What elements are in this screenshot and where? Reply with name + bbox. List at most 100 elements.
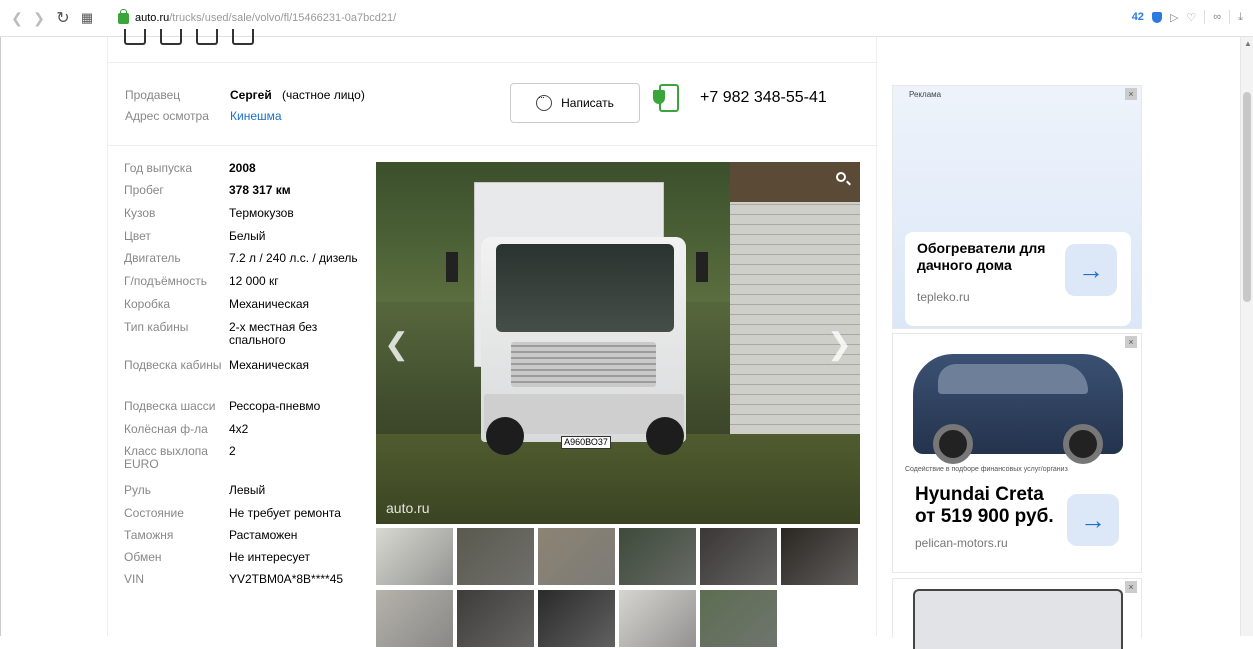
ad-title: Hyundai Creta от 519 900 руб. bbox=[915, 484, 1054, 527]
thumbnail[interactable] bbox=[457, 528, 534, 585]
scroll-thumb[interactable] bbox=[1243, 92, 1251, 302]
ad-hyundai[interactable]: × Содействие в подборе финансовых услуг/… bbox=[892, 333, 1142, 573]
page-scrollbar[interactable]: ▲ bbox=[1240, 37, 1253, 636]
spec-label: Цвет bbox=[124, 229, 151, 243]
thumbnail[interactable] bbox=[538, 590, 615, 647]
spec-value: Механическая bbox=[229, 358, 310, 372]
spec-value: Белый bbox=[229, 229, 266, 243]
page-viewport: Продавец Сергей (частное лицо) Адрес осм… bbox=[0, 29, 1240, 649]
browser-toolbar: ❮ ❯ ↻ ▦ auto.ru /trucks/used/sale/volvo/… bbox=[0, 0, 1253, 37]
protect-count: 42 bbox=[1131, 11, 1144, 23]
photo-prev-icon[interactable]: ❮ bbox=[384, 327, 409, 362]
chat-icon bbox=[536, 92, 553, 111]
spec-label: Г/подъёмность bbox=[124, 274, 207, 288]
url-path: /trucks/used/sale/volvo/fl/15466231-0a7b… bbox=[169, 12, 397, 24]
spec-value: YV2TBM0A*8B****45 bbox=[229, 572, 344, 586]
spec-value: Рессора-пневмо bbox=[229, 399, 321, 413]
address-bar[interactable]: auto.ru /trucks/used/sale/volvo/fl/15466… bbox=[118, 7, 1194, 29]
ad-truck[interactable]: × bbox=[892, 578, 1142, 649]
downloads-icon[interactable]: ⤓ bbox=[1238, 11, 1243, 24]
thumbnail[interactable] bbox=[619, 528, 696, 585]
truck-windshield bbox=[496, 244, 674, 332]
spec-label: Состояние bbox=[124, 506, 184, 520]
thumbnail[interactable] bbox=[538, 528, 615, 585]
spec-value: 7.2 л / 240 л.с. / дизель bbox=[229, 251, 358, 265]
truck-mirror bbox=[446, 252, 458, 282]
spec-value: Термокузов bbox=[229, 206, 294, 220]
thumbnail[interactable] bbox=[619, 590, 696, 647]
favorite-icon[interactable] bbox=[124, 29, 146, 45]
thumbnail[interactable] bbox=[457, 590, 534, 647]
arrow-right-icon[interactable]: → bbox=[1065, 244, 1117, 296]
car-wheel bbox=[1063, 424, 1103, 464]
compare-icon[interactable] bbox=[160, 29, 182, 45]
address-link[interactable]: Кинешма bbox=[230, 109, 282, 123]
spec-label: Руль bbox=[124, 483, 151, 497]
car-wheel bbox=[933, 424, 973, 464]
tabs-grid-icon[interactable]: ▦ bbox=[76, 10, 98, 26]
ad-heaters[interactable]: Реклама × Обогреватели для дачного дома … bbox=[892, 85, 1142, 329]
close-icon[interactable]: × bbox=[1125, 88, 1137, 100]
spec-label: VIN bbox=[124, 572, 145, 586]
spec-label: Класс выхлопа EURO bbox=[124, 444, 208, 471]
print-icon[interactable] bbox=[232, 29, 254, 45]
toolbar-divider bbox=[1204, 10, 1206, 24]
write-label: Написать bbox=[561, 96, 614, 110]
back-icon[interactable]: ❮ bbox=[6, 10, 28, 27]
bookmark-icon[interactable]: ♡ bbox=[1186, 11, 1196, 24]
extensions-icon[interactable]: ∞ bbox=[1213, 11, 1221, 23]
thumbnail[interactable] bbox=[700, 590, 777, 647]
car-window bbox=[938, 364, 1088, 394]
thumbnail[interactable] bbox=[700, 528, 777, 585]
ad-domain: pelican-motors.ru bbox=[915, 536, 1008, 550]
truck-grille bbox=[511, 342, 656, 387]
write-message-button[interactable]: Написать bbox=[510, 83, 640, 123]
listing-card: Продавец Сергей (частное лицо) Адрес осм… bbox=[107, 29, 878, 647]
download-icon[interactable] bbox=[196, 29, 218, 45]
license-plate: А960ВО37 bbox=[561, 436, 611, 449]
spec-value: 2 bbox=[229, 444, 236, 458]
arrow-right-icon[interactable]: → bbox=[1067, 494, 1119, 546]
spec-value: 4x2 bbox=[229, 422, 249, 436]
close-icon[interactable]: × bbox=[1125, 581, 1137, 593]
thumbnail[interactable] bbox=[376, 528, 453, 585]
spec-value: 2008 bbox=[229, 161, 256, 175]
thumbnail[interactable] bbox=[376, 590, 453, 647]
shield-icon[interactable] bbox=[1151, 11, 1162, 23]
seller-block: Продавец Сергей (частное лицо) Адрес осм… bbox=[108, 64, 878, 146]
ad-content: Обогреватели для дачного дома tepleko.ru… bbox=[905, 232, 1131, 326]
seller-name: Сергей bbox=[230, 88, 272, 102]
reload-icon[interactable]: ↻ bbox=[52, 8, 74, 28]
spec-label: Подвеска кабины bbox=[124, 358, 222, 372]
spec-label: Год выпуска bbox=[124, 161, 192, 175]
zoom-icon[interactable] bbox=[836, 172, 846, 182]
spec-value: Механическая bbox=[229, 297, 310, 311]
spec-label: Коробка bbox=[124, 297, 171, 311]
scroll-up-icon[interactable]: ▲ bbox=[1244, 39, 1252, 48]
spec-value: Растаможен bbox=[229, 528, 298, 542]
ad-title: Обогреватели для дачного дома bbox=[917, 240, 1046, 273]
spec-value: 12 000 кг bbox=[229, 274, 279, 288]
main-photo[interactable]: А960ВО37 ❮ ❯ auto.ru bbox=[376, 162, 860, 524]
photo-watermark: auto.ru bbox=[386, 500, 430, 516]
phone-icon bbox=[653, 84, 679, 112]
forward-icon[interactable]: ❯ bbox=[28, 10, 50, 27]
spec-value: Не требует ремонта bbox=[229, 506, 341, 520]
action-strip bbox=[108, 29, 878, 63]
spec-label: Кузов bbox=[124, 206, 156, 220]
url-host: auto.ru bbox=[135, 12, 170, 24]
ad-domain: tepleko.ru bbox=[917, 290, 970, 304]
photo-next-icon[interactable]: ❯ bbox=[827, 327, 852, 362]
spec-value: 2-х местная без спального bbox=[229, 320, 318, 347]
share-icon[interactable]: ▷ bbox=[1170, 11, 1178, 24]
ad-content: Hyundai Creta от 519 900 руб. pelican-mo… bbox=[905, 480, 1131, 562]
address-label: Адрес осмотра bbox=[125, 109, 209, 123]
ad-label: Реклама bbox=[909, 90, 942, 99]
spec-label: Тип кабины bbox=[124, 320, 189, 334]
ad-fine-print: Содействие в подборе финансовых услуг/ор… bbox=[905, 466, 1068, 473]
phone-number[interactable]: +7 982 348-55-41 bbox=[700, 89, 827, 107]
close-icon[interactable]: × bbox=[1125, 336, 1137, 348]
truck-mirror bbox=[696, 252, 708, 282]
thumbnail[interactable] bbox=[781, 528, 858, 585]
truck-wheel bbox=[646, 417, 684, 455]
